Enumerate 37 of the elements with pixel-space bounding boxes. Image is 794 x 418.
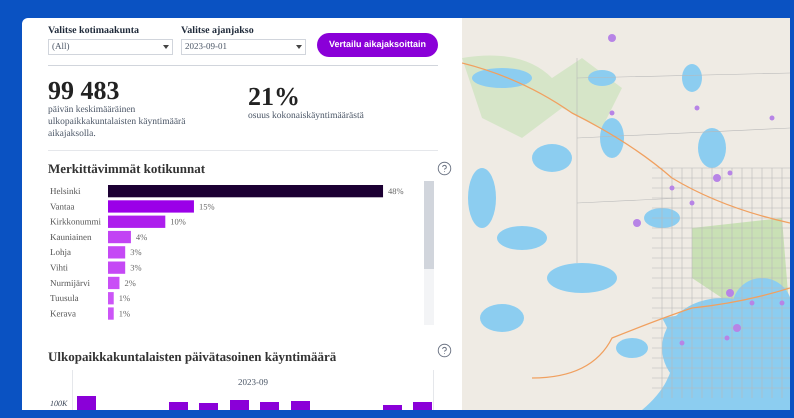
category-label: Kirkkonummi [50,216,101,226]
category-label: Nurmijärvi [50,277,90,288]
dropdown[interactable]: (All) [48,39,173,55]
stat-caption: osuus kokonaiskäyntimäärästä [248,110,364,122]
value-label: 15% [198,200,215,211]
category-label: Kauniainen [50,231,92,242]
compare-button[interactable]: Vertailu aikajaksoittain [317,33,438,57]
category-label: Tuusula [50,292,79,303]
axis-tick-label: 100K [50,398,68,410]
chart-title: Merkittävimmät kotikunnat [48,160,206,178]
filter-label: Valitse ajanjakso [181,24,255,37]
category-label: Vihti [50,262,68,272]
filter-label: Valitse kotimaakunta [48,24,140,37]
period-label: 2023-09 [238,376,268,389]
category-label: Kerava [50,308,76,318]
category-label: Helsinki [50,186,80,196]
stat-value: 21% [248,84,301,110]
value-label: 3% [130,246,142,257]
category-label: Lohja [50,246,71,257]
value-label: 2% [124,277,136,288]
bar[interactable] [108,184,384,197]
stat-caption: päivän keskimääräinen ulkopaikkakuntalaisten käyntimäärä aikajaksolla. [48,104,186,140]
chart-title: Ulkopaikkakuntalaisten päivätasoinen käyntimäärä [48,348,336,366]
stat-value: 99 483 [48,78,120,104]
value-label: 1% [118,308,130,318]
category-label: Vantaa [50,200,74,211]
value-label: 10% [170,216,186,226]
value-label: 1% [118,292,130,303]
value-label: 4% [136,231,148,242]
dropdown[interactable]: 2023-09-01 [181,39,306,55]
value-label: 3% [130,262,142,272]
caret-icon [163,45,169,49]
caret-icon [296,45,302,49]
help-icon[interactable] [437,342,452,358]
help-icon[interactable] [437,161,452,176]
scrollbar[interactable] [424,180,434,324]
value-label: 48% [388,186,404,196]
